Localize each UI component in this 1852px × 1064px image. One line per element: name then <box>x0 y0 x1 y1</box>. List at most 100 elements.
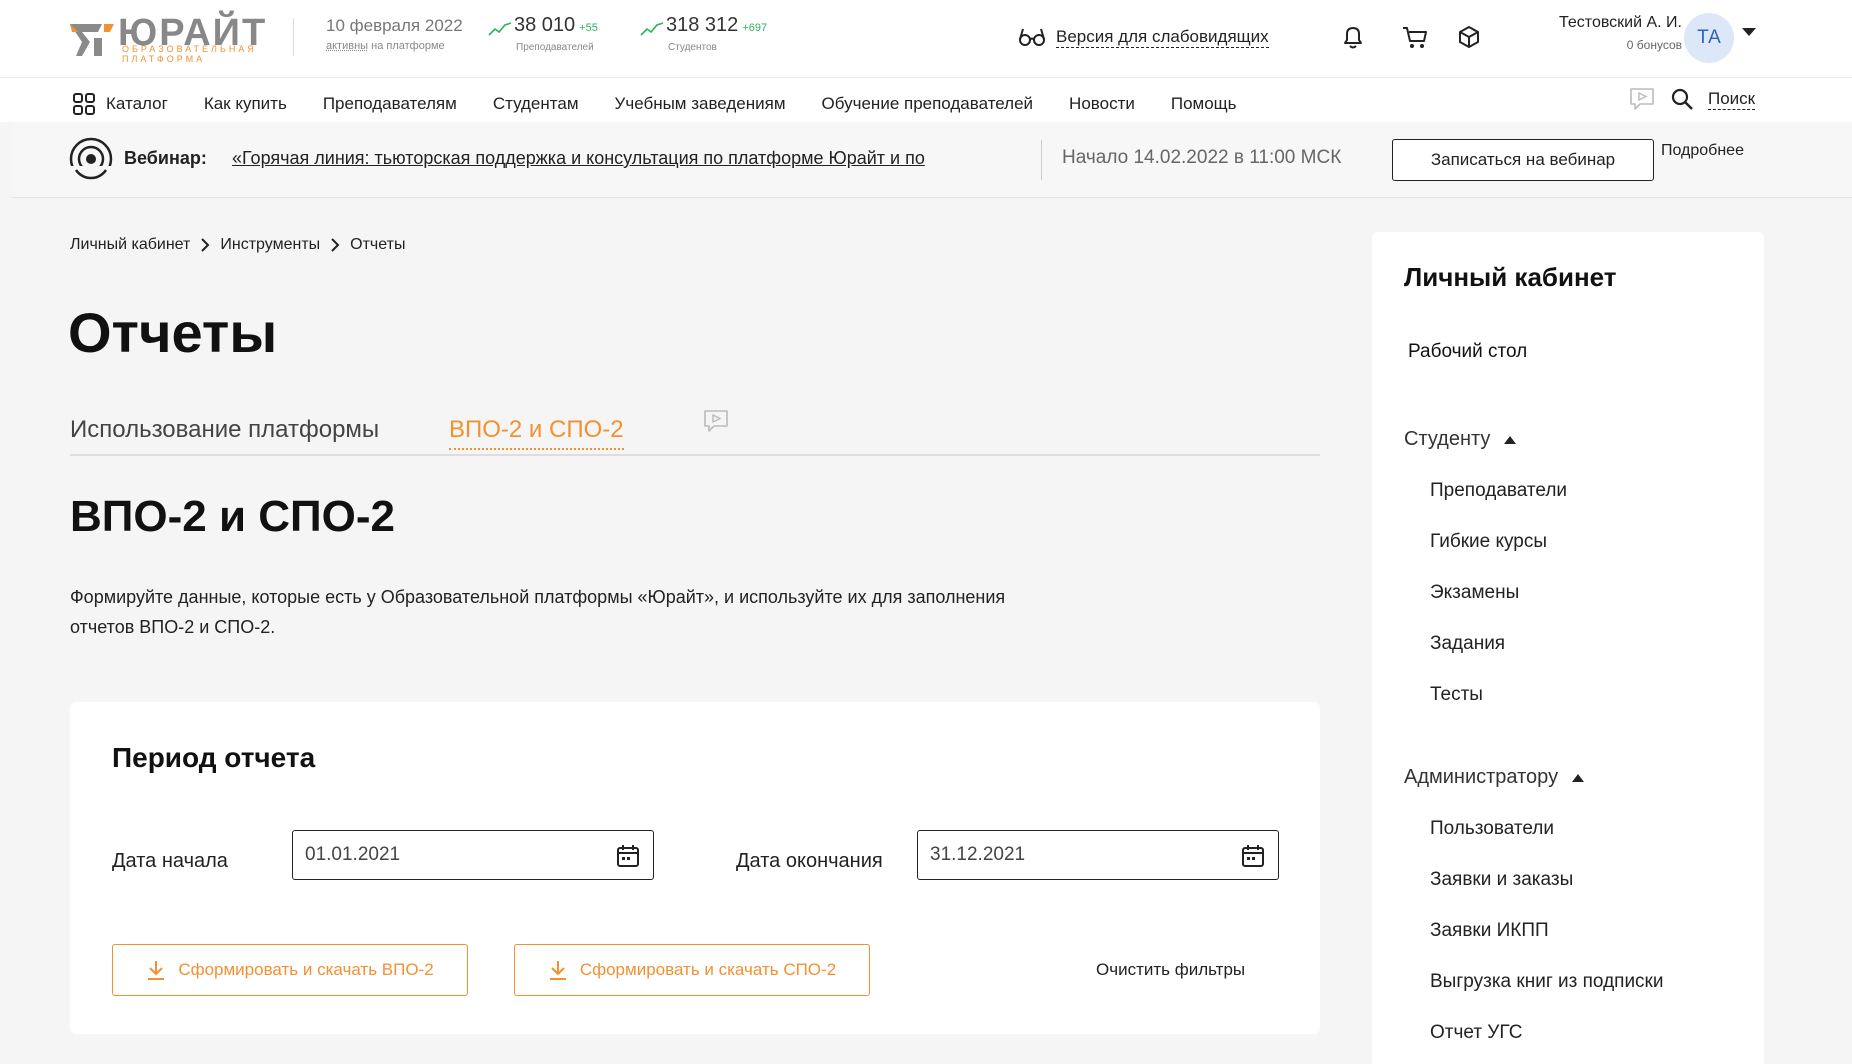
nav-item-news[interactable]: Новости <box>1069 94 1135 114</box>
sidebar-group-label: Студенту <box>1404 428 1491 450</box>
chevron-up-icon <box>1572 773 1585 782</box>
breadcrumb-item[interactable]: Личный кабинет <box>70 236 190 254</box>
teachers-label: Преподавателей <box>516 42 594 53</box>
sidebar-item-dashboard[interactable]: Рабочий стол <box>1408 341 1527 363</box>
account-sidebar: Личный кабинет Рабочий стол Студенту Пре… <box>1372 232 1764 1064</box>
nav-item-students[interactable]: Студентам <box>493 94 579 114</box>
chevron-right-icon <box>331 238 340 252</box>
clear-filters-button[interactable]: Очистить фильтры <box>1096 960 1245 980</box>
download-spo-label: Сформировать и скачать СПО-2 <box>579 960 837 979</box>
search-icon[interactable] <box>1670 87 1694 111</box>
students-label: Студентов <box>668 42 717 53</box>
start-date-value: 01.01.2021 <box>305 844 401 865</box>
notifications-button[interactable] <box>1338 22 1368 52</box>
header-divider <box>293 18 294 56</box>
sidebar-item-ugs-report[interactable]: Отчет УГС <box>1430 1022 1523 1044</box>
active-label: активны на платформе <box>326 40 445 52</box>
user-bonus: 0 бонусов <box>1626 38 1682 52</box>
chevron-up-icon <box>1504 435 1517 444</box>
nav-right: Поиск <box>1628 86 1756 112</box>
logo-mark-icon <box>70 24 114 56</box>
trend-up-icon <box>488 22 512 36</box>
sidebar-item-exams[interactable]: Экзамены <box>1430 582 1519 604</box>
active-link[interactable]: активны <box>326 40 368 52</box>
webinar-start: Начало 14.02.2022 в 11:00 МСК <box>1062 147 1342 168</box>
download-vpo-label: Сформировать и скачать ВПО-2 <box>178 960 434 979</box>
feedback-icon[interactable] <box>702 408 730 434</box>
report-period-card: Период отчета Дата начала 01.01.2021 Дат… <box>70 702 1320 1034</box>
sidebar-group-student[interactable]: Студенту <box>1404 428 1517 451</box>
sidebar-item-book-export[interactable]: Выгрузка книг из подписки <box>1430 971 1663 993</box>
accessibility-label: Версия для слабовидящих <box>1056 26 1269 48</box>
nav-item-how-to-buy[interactable]: Как купить <box>204 94 287 114</box>
calendar-icon[interactable] <box>1240 843 1266 869</box>
broadcast-icon <box>68 137 114 182</box>
download-icon <box>148 961 165 980</box>
download-vpo-button[interactable]: Сформировать и скачать ВПО-2 <box>112 944 468 996</box>
chevron-down-icon[interactable] <box>1742 28 1756 36</box>
nav-item-help[interactable]: Помощь <box>1171 94 1237 114</box>
avatar[interactable]: ТА <box>1684 13 1734 63</box>
cart-icon <box>1403 27 1427 48</box>
nav-item-teachers[interactable]: Преподавателям <box>323 94 457 114</box>
download-spo-button[interactable]: Сформировать и скачать СПО-2 <box>514 944 870 996</box>
tab-platform-usage[interactable]: Использование платформы <box>70 416 379 444</box>
sidebar-item-flex-courses[interactable]: Гибкие курсы <box>1430 531 1547 553</box>
calendar-icon[interactable] <box>615 843 641 869</box>
sidebar-title: Личный кабинет <box>1404 262 1617 292</box>
date-stat: 10 февраля 2022 активны на платформе <box>326 16 463 52</box>
teachers-delta: +55 <box>579 22 598 34</box>
accessibility-toggle[interactable]: Версия для слабовидящих <box>1018 22 1269 52</box>
cart-button[interactable] <box>1400 22 1430 52</box>
logo-subtitle: ОБРАЗОВАТЕЛЬНАЯ ПЛАТФОРМА <box>122 44 257 64</box>
webinar-more-link[interactable]: Подробнее <box>1661 142 1744 160</box>
breadcrumb: Личный кабинет Инструменты Отчеты <box>70 236 405 254</box>
user-info[interactable]: Тестовский А. И. 0 бонусов <box>1559 14 1682 52</box>
students-delta: +697 <box>742 22 768 34</box>
webinar-banner: Вебинар: «Горячая линия: тьюторская подд… <box>12 122 1852 198</box>
start-date-input[interactable]: 01.01.2021 <box>292 830 654 880</box>
chevron-right-icon <box>201 238 210 252</box>
webinar-divider <box>1041 140 1042 180</box>
page-title: Отчеты <box>68 301 278 364</box>
section-description: Формируйте данные, которые есть у Образо… <box>70 587 1006 637</box>
grid-icon <box>73 93 95 115</box>
sidebar-group-admin[interactable]: Администратору <box>1404 766 1585 789</box>
box-icon <box>1459 26 1479 48</box>
nav-item-label: Каталог <box>106 94 168 113</box>
sidebar-item-teachers[interactable]: Преподаватели <box>1430 480 1567 502</box>
teachers-count: 38 010 <box>514 14 576 36</box>
section-title: ВПО-2 и СПО-2 <box>70 492 395 541</box>
download-icon <box>549 961 566 980</box>
end-date-input[interactable]: 31.12.2021 <box>917 830 1279 880</box>
start-date-label: Дата начала <box>112 850 228 872</box>
nav-item-institutions[interactable]: Учебным заведениям <box>615 94 786 114</box>
glasses-icon <box>1019 28 1045 46</box>
trend-up-icon <box>640 22 664 36</box>
search-link[interactable]: Поиск <box>1708 89 1756 110</box>
sidebar-item-ikpp-requests[interactable]: Заявки ИКПП <box>1430 920 1549 942</box>
breadcrumb-item[interactable]: Инструменты <box>220 236 320 254</box>
report-tabs: Использование платформы ВПО-2 и СПО-2 <box>70 400 1320 456</box>
nav-item-teacher-training[interactable]: Обучение преподавателей <box>822 94 1034 114</box>
packages-button[interactable] <box>1454 22 1484 52</box>
sidebar-group-label: Администратору <box>1404 766 1559 788</box>
sidebar-item-users[interactable]: Пользователи <box>1430 818 1554 840</box>
logo[interactable]: ЮРАЙТ ОБРАЗОВАТЕЛЬНАЯ ПЛАТФОРМА <box>68 12 268 64</box>
webinar-link[interactable]: «Горячая линия: тьюторская поддержка и к… <box>232 148 1032 169</box>
sidebar-item-tasks[interactable]: Задания <box>1430 633 1505 655</box>
bell-icon <box>1344 27 1362 49</box>
nav-item-catalog[interactable]: Каталог <box>72 92 168 116</box>
main-nav: Каталог Как купить Преподавателям Студен… <box>72 90 1273 118</box>
webinar-register-button[interactable]: Записаться на вебинар <box>1392 139 1654 181</box>
webinar-title: Вебинар: <box>124 148 207 168</box>
header-top-row: ЮРАЙТ ОБРАЗОВАТЕЛЬНАЯ ПЛАТФОРМА 10 февра… <box>0 0 1852 78</box>
sidebar-item-tests[interactable]: Тесты <box>1430 684 1483 706</box>
students-count: 318 312 <box>666 14 739 36</box>
tab-vpo-spo[interactable]: ВПО-2 и СПО-2 <box>449 416 624 450</box>
card-title: Период отчета <box>112 742 316 773</box>
sidebar-item-orders[interactable]: Заявки и заказы <box>1430 869 1573 891</box>
site-header: ЮРАЙТ ОБРАЗОВАТЕЛЬНАЯ ПЛАТФОРМА 10 февра… <box>0 0 1852 122</box>
feedback-icon[interactable] <box>1628 86 1656 112</box>
end-date-label: Дата окончания <box>736 850 883 872</box>
